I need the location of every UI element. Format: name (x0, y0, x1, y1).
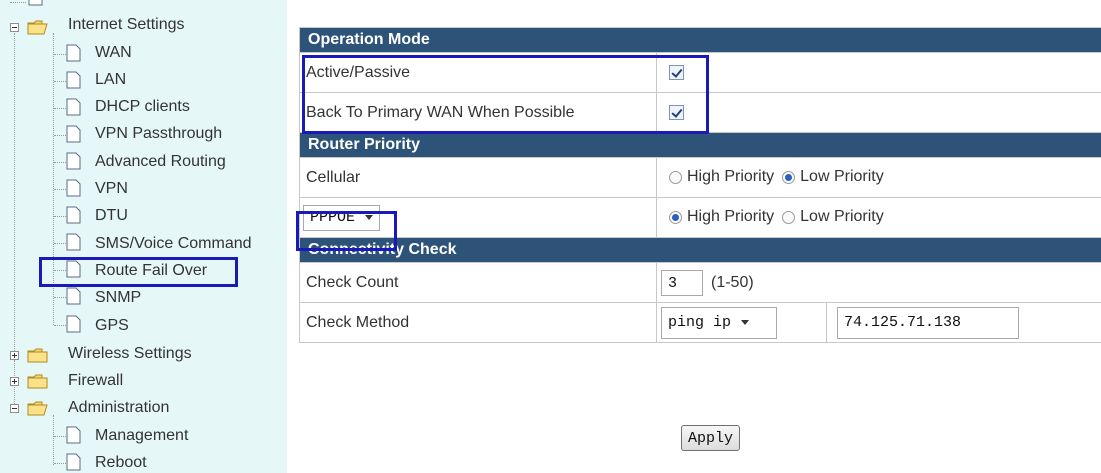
sidebar-item-vpn-passthrough[interactable]: VPN Passthrough (95, 124, 222, 144)
tree-administration[interactable]: Administration (68, 398, 169, 418)
check-method-value: ping ip (668, 314, 732, 331)
tree-firewall[interactable]: Firewall (68, 371, 123, 391)
folder-open-icon (27, 20, 49, 35)
expand-icon[interactable] (10, 351, 19, 360)
check-ip-input[interactable]: 74.125.71.138 (837, 306, 1019, 339)
tree-connector (10, 2, 26, 3)
sidebar-item-reboot[interactable]: Reboot (95, 453, 147, 473)
tree-wireless-settings[interactable]: Wireless Settings (68, 344, 192, 364)
page-icon (28, 0, 43, 6)
operation-mode-highlight (302, 55, 709, 134)
page-icon (66, 179, 81, 197)
section-header-operation-mode: Operation Mode (299, 27, 1101, 53)
sidebar-item-management[interactable]: Management (95, 426, 188, 446)
page-icon (66, 426, 81, 444)
check-count-input[interactable]: 3 (661, 269, 703, 296)
page-icon (66, 287, 81, 305)
check-count-hint: (1-50) (711, 273, 754, 291)
sidebar-item-wan[interactable]: WAN (95, 43, 132, 63)
cellular-label: Cellular (299, 157, 657, 198)
check-method-select[interactable]: ping ip (661, 306, 777, 339)
page-icon (66, 71, 81, 89)
cellular-low-priority-radio[interactable] (782, 170, 796, 184)
route-fail-over-highlight (39, 257, 238, 287)
page-icon (66, 98, 81, 116)
page-icon (66, 152, 81, 170)
chevron-down-icon (741, 320, 750, 325)
page-icon (66, 453, 81, 471)
sidebar-item-vpn[interactable]: VPN (95, 179, 128, 199)
low-priority-label: Low Priority (800, 168, 884, 186)
cellular-high-priority-radio[interactable] (669, 170, 682, 184)
page-icon (66, 206, 81, 224)
high-priority-label: High Priority (687, 208, 775, 226)
check-method-label: Check Method (299, 302, 657, 343)
folder-open-icon (27, 401, 49, 416)
page-icon (66, 44, 81, 62)
wan-type-highlight (296, 211, 397, 251)
folder-icon (27, 348, 49, 363)
section-header-router-priority: Router Priority (299, 132, 1101, 158)
check-count-label: Check Count (299, 262, 657, 303)
low-priority-label: Low Priority (800, 208, 884, 226)
sidebar-item-snmp[interactable]: SNMP (95, 288, 141, 308)
tree-connector (14, 33, 15, 353)
sidebar-item-lan[interactable]: LAN (95, 70, 126, 90)
sidebar-item-dhcp-clients[interactable]: DHCP clients (95, 97, 190, 117)
wan-low-priority-radio[interactable] (782, 210, 796, 224)
collapse-icon[interactable] (10, 404, 19, 413)
page-icon (66, 233, 81, 251)
folder-icon (27, 374, 49, 389)
sidebar-tree: Internet Settings WAN LAN DHCP clients V… (0, 0, 287, 473)
tree-internet-settings[interactable]: Internet Settings (68, 15, 185, 35)
sidebar-item-gps[interactable]: GPS (95, 316, 129, 336)
expand-icon[interactable] (10, 377, 19, 386)
sidebar-item-dtu[interactable]: DTU (95, 206, 128, 226)
collapse-icon[interactable] (10, 23, 19, 32)
apply-button[interactable]: Apply (681, 425, 741, 451)
wan-high-priority-radio[interactable] (669, 210, 682, 224)
sidebar-item-advanced-routing[interactable]: Advanced Routing (95, 152, 226, 172)
section-header-connectivity-check: Connectivity Check (299, 237, 1101, 263)
page-icon (66, 125, 81, 143)
page-icon (66, 315, 81, 333)
sidebar-item-sms-voice-command[interactable]: SMS/Voice Command (95, 234, 252, 254)
tree-connector (53, 415, 54, 465)
high-priority-label: High Priority (687, 168, 775, 186)
